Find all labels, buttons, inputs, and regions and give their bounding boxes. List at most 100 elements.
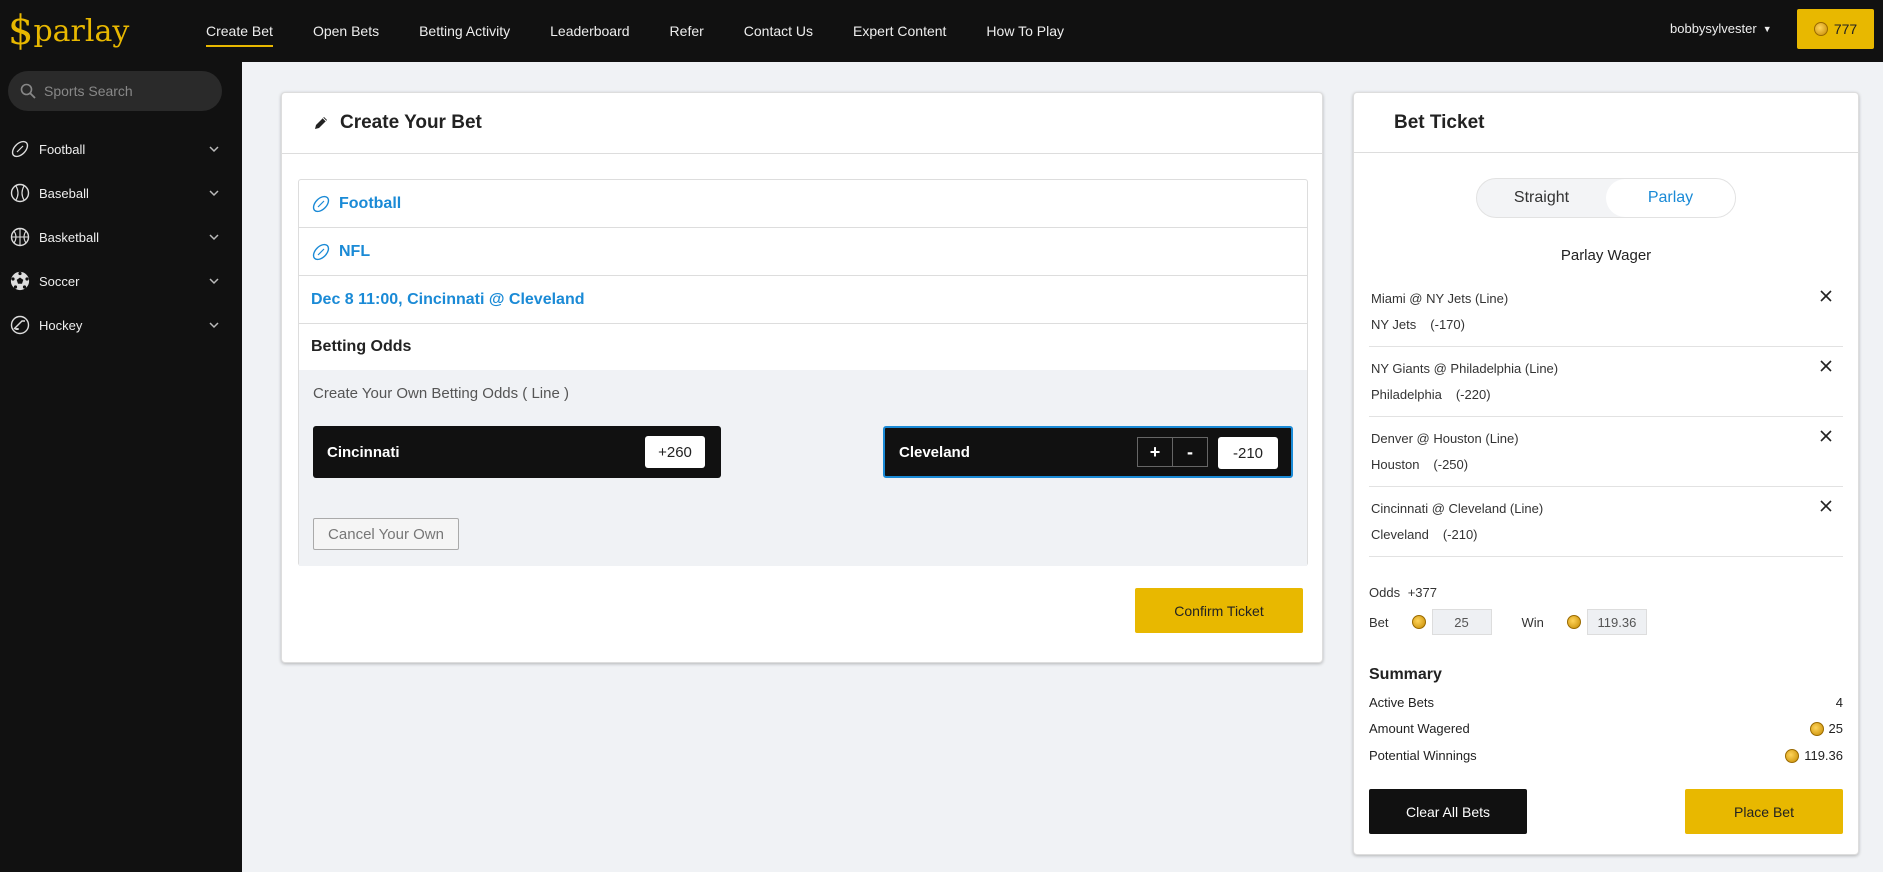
chevron-down-icon	[209, 146, 219, 153]
sidebar-item-soccer[interactable]: Soccer	[10, 269, 222, 293]
confirm-ticket-button[interactable]: Confirm Ticket	[1135, 588, 1303, 633]
sidebar-item-basketball[interactable]: Basketball	[10, 225, 222, 249]
team-a-name: Cincinnati	[327, 443, 400, 461]
bet-selection-box: Football NFL Dec 8 11:00, Cincinnati @ C…	[298, 179, 1308, 566]
bet-win-row: Bet 25 Win 119.36	[1369, 609, 1647, 635]
remove-leg-icon[interactable]	[1819, 499, 1833, 513]
sidebar-item-label: Basketball	[39, 229, 99, 245]
league-label: NFL	[339, 242, 371, 260]
own-odds-label: Create Your Own Betting Odds ( Line )	[313, 385, 569, 402]
leg-pick: Houston (-250)	[1371, 457, 1468, 472]
leg-match: Cincinnati @ Cleveland (Line)	[1371, 501, 1544, 516]
breadcrumb-sport[interactable]: Football	[299, 180, 1307, 228]
team-a-odds-value[interactable]: +260	[645, 436, 705, 468]
leg-pick: Cleveland (-210)	[1371, 527, 1478, 542]
leg-team: NY Jets	[1371, 317, 1417, 332]
leg-match: Miami @ NY Jets (Line)	[1371, 291, 1509, 306]
nav-create-bet[interactable]: Create Bet	[206, 0, 273, 62]
chevron-down-icon	[209, 278, 219, 285]
remove-leg-icon[interactable]	[1819, 359, 1833, 373]
nav-how-to-play[interactable]: How To Play	[986, 0, 1064, 62]
football-icon	[311, 194, 331, 214]
coin-balance: 777	[1833, 21, 1858, 37]
nav-betting-activity[interactable]: Betting Activity	[419, 0, 510, 62]
leg-pick: NY Jets (-170)	[1371, 317, 1465, 332]
potential-winnings-label: Potential Winnings	[1369, 748, 1477, 763]
coin-icon	[1411, 615, 1426, 629]
hockey-icon	[10, 315, 30, 335]
logo-text: parlay	[33, 13, 130, 49]
ticket-leg: Denver @ Houston (Line) Houston (-250)	[1369, 417, 1843, 487]
create-bet-card: Create Your Bet Football NFL Dec 8 11:00…	[281, 92, 1323, 663]
increase-odds-button[interactable]: +	[1137, 437, 1173, 467]
remove-leg-icon[interactable]	[1819, 289, 1833, 303]
team-b-odds-box[interactable]: Cleveland + - -210	[883, 426, 1293, 478]
username: bobbysylvester	[1670, 21, 1757, 36]
leg-team: Cleveland	[1371, 527, 1429, 542]
leg-match: NY Giants @ Philadelphia (Line)	[1371, 361, 1559, 376]
nav-expert-content[interactable]: Expert Content	[853, 0, 946, 62]
breadcrumb-game[interactable]: Dec 8 11:00, Cincinnati @ Cleveland	[299, 276, 1307, 324]
parlay-wager-title: Parlay Wager	[1560, 247, 1652, 264]
summary-potential-winnings: Potential Winnings 119.36	[1369, 748, 1843, 763]
nav-open-bets[interactable]: Open Bets	[313, 0, 379, 62]
place-bet-button[interactable]: Place Bet	[1685, 789, 1843, 834]
football-icon	[311, 242, 331, 262]
bet-label: Bet	[1369, 614, 1389, 630]
leg-match: Denver @ Houston (Line)	[1371, 431, 1519, 446]
coin-icon	[1813, 22, 1828, 36]
decrease-odds-button[interactable]: -	[1172, 437, 1208, 467]
sidebar-item-baseball[interactable]: Baseball	[10, 181, 222, 205]
bet-ticket-card: Bet Ticket Straight Parlay Parlay Wager …	[1353, 92, 1859, 855]
odds-value: +377	[1407, 585, 1437, 600]
sparlay-logo[interactable]: $ parlay	[8, 6, 129, 56]
leg-team: Houston	[1371, 457, 1420, 472]
amount-wagered-group: 25	[1809, 721, 1843, 736]
logo-dollar-mark: $	[8, 8, 34, 54]
nav-leaderboard[interactable]: Leaderboard	[550, 0, 629, 62]
active-bets-value: 4	[1835, 695, 1843, 710]
football-icon	[10, 139, 30, 159]
parlay-odds: Odds +377	[1369, 585, 1437, 600]
sidebar: Sports Search Football Baseball Basketba…	[0, 62, 242, 872]
nav-refer[interactable]: Refer	[670, 0, 704, 62]
search-placeholder: Sports Search	[44, 83, 133, 99]
odds-label: Odds	[1369, 585, 1401, 600]
page-title: Create Your Bet	[340, 112, 482, 133]
clear-all-bets-button[interactable]: Clear All Bets	[1369, 789, 1527, 834]
bet-ticket-title: Bet Ticket	[1354, 93, 1858, 153]
sport-label: Football	[339, 194, 402, 212]
remove-leg-icon[interactable]	[1819, 429, 1833, 443]
sidebar-item-football[interactable]: Football	[10, 137, 222, 161]
team-b-odds-value[interactable]: -210	[1218, 437, 1278, 469]
top-navbar: $ parlay Create Bet Open Bets Betting Act…	[0, 0, 1883, 62]
own-odds-panel: Create Your Own Betting Odds ( Line ) Ci…	[299, 370, 1307, 566]
search-icon	[20, 83, 36, 99]
coin-balance-button[interactable]: 777	[1797, 9, 1874, 49]
user-menu[interactable]: bobbysylvester ▼	[1670, 21, 1772, 36]
nav-contact-us[interactable]: Contact Us	[744, 0, 813, 62]
tab-parlay[interactable]: Parlay	[1606, 179, 1735, 217]
bet-amount-input[interactable]: 25	[1431, 609, 1492, 635]
team-a-odds-box[interactable]: Cincinnati +260	[313, 426, 721, 478]
leg-pick: Philadelphia (-220)	[1371, 387, 1491, 402]
sidebar-item-label: Football	[39, 141, 86, 157]
potential-winnings-value: 119.36	[1804, 748, 1843, 763]
leg-odds: (-220)	[1455, 387, 1491, 402]
soccer-icon	[10, 271, 30, 291]
tab-straight[interactable]: Straight	[1477, 179, 1606, 217]
chevron-down-icon	[209, 322, 219, 329]
leg-odds: (-250)	[1433, 457, 1469, 472]
sidebar-item-hockey[interactable]: Hockey	[10, 313, 222, 337]
amount-wagered-value: 25	[1828, 721, 1843, 736]
sidebar-item-label: Hockey	[39, 317, 83, 333]
bet-type-toggle: Straight Parlay	[1476, 178, 1736, 218]
team-b-name: Cleveland	[899, 443, 970, 461]
summary-amount-wagered: Amount Wagered 25	[1369, 721, 1843, 736]
potential-winnings-group: 119.36	[1785, 748, 1843, 763]
coin-icon	[1566, 615, 1581, 629]
sports-search-input[interactable]: Sports Search	[8, 71, 222, 111]
cancel-your-own-button[interactable]: Cancel Your Own	[313, 518, 459, 550]
breadcrumb-league[interactable]: NFL	[299, 228, 1307, 276]
sidebar-item-label: Soccer	[39, 273, 80, 289]
